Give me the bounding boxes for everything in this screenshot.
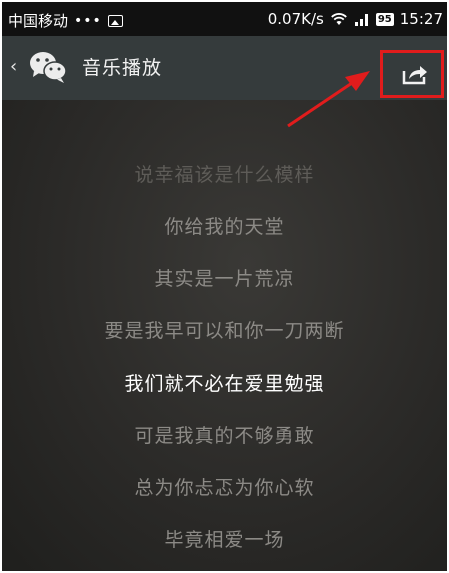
lyrics-panel[interactable]: 说幸福该是什么模样 你给我的天堂 其实是一片荒凉 要是我早可以和你一刀两断 我们… <box>2 100 447 571</box>
battery-level: 95 <box>375 12 394 26</box>
wifi-icon <box>330 13 347 25</box>
lyric-line: 可是我真的不够勇敢 <box>134 425 315 447</box>
status-left: 中国移动 ••• <box>8 10 123 31</box>
status-bar: 中国移动 ••• 0.07K/s 95 15:27 <box>2 2 447 36</box>
lyric-line: 毕竟相爱一场 <box>164 529 285 551</box>
clock-time: 15:27 <box>399 10 443 28</box>
chevron-left-icon[interactable]: ‹ <box>10 58 17 76</box>
lyric-line: 总为你忐忑为你心软 <box>134 477 315 499</box>
share-button[interactable] <box>380 50 444 98</box>
cell-signal-icon <box>354 14 368 26</box>
phone-screen: 中国移动 ••• 0.07K/s 95 15:27 ‹ 音乐播放 说幸福该是什么… <box>2 2 447 571</box>
lyric-line: 其实是一片荒凉 <box>154 268 295 290</box>
lyric-line: 要是我早可以和你一刀两断 <box>104 320 345 342</box>
page-title: 音乐播放 <box>82 57 163 79</box>
title-bar: ‹ 音乐播放 <box>2 36 447 100</box>
lyric-line: 说幸福该是什么模样 <box>134 164 315 186</box>
lyric-line: 你给我的天堂 <box>164 216 285 238</box>
status-right: 0.07K/s 95 15:27 <box>268 10 443 28</box>
network-speed: 0.07K/s <box>267 10 324 28</box>
image-notification-icon <box>107 14 123 27</box>
carrier-name: 中国移动 <box>8 12 69 30</box>
wechat-icon <box>30 52 67 83</box>
lyric-line-current: 我们就不必在爱里勉强 <box>124 373 325 395</box>
share-icon <box>402 66 427 85</box>
signal-dots: ••• <box>74 12 102 29</box>
